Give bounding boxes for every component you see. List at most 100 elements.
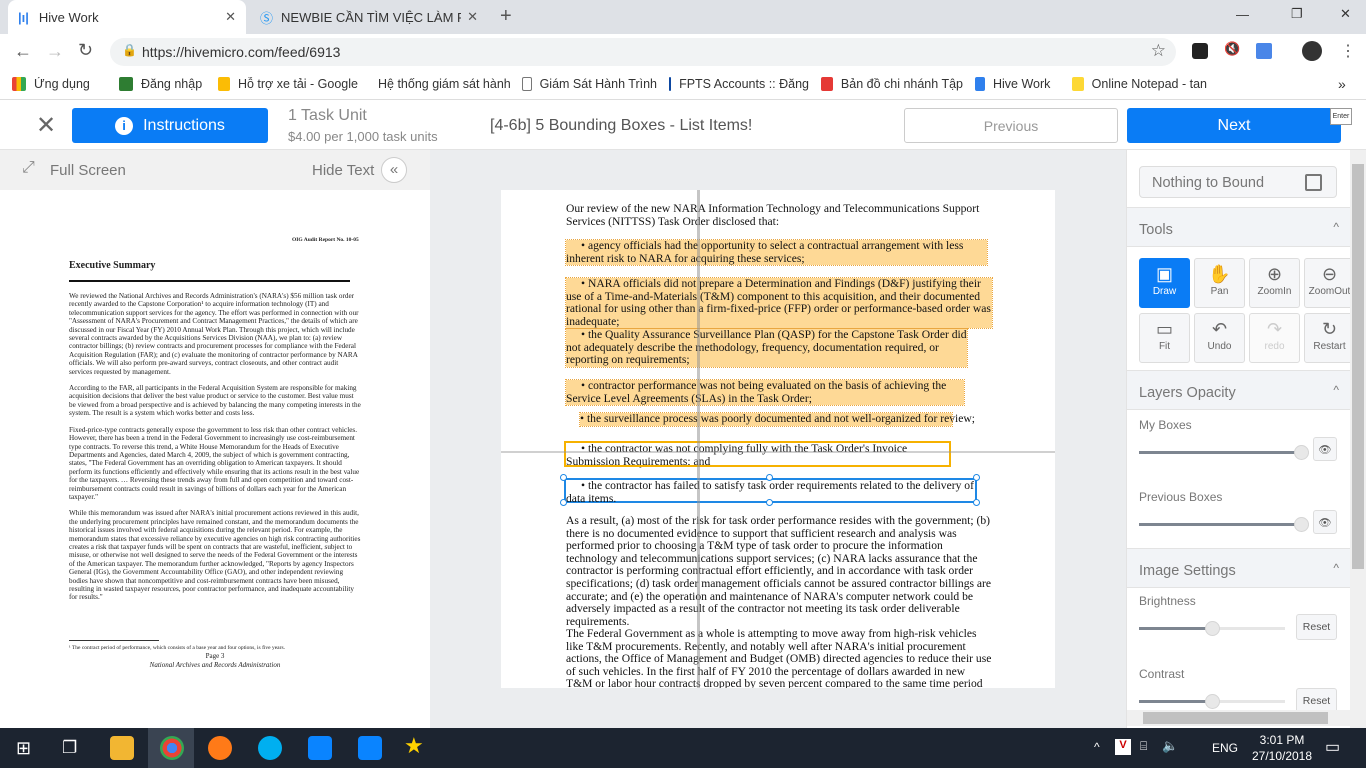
tab-newbie[interactable]: Ⓢ NEWBIE CẦN TÌM VIỆC LÀM PAY ✕	[250, 0, 488, 34]
full-screen-button[interactable]: Full Screen	[50, 162, 126, 179]
reload-icon[interactable]: ↻	[78, 40, 93, 61]
tray-chevron-icon[interactable]: ^	[1094, 740, 1100, 754]
url-bar[interactable]: 🔒 https://hivemicro.com/feed/6913 ☆	[110, 38, 1176, 66]
bookmark[interactable]: FPTS Accounts :: Đăng	[669, 76, 809, 91]
bookmark[interactable]: Giám Sát Hành Trình	[522, 76, 657, 91]
eye-icon[interactable]: 👁	[1313, 437, 1337, 461]
restore-button[interactable]: ❐	[1291, 6, 1303, 22]
document-page[interactable]: Our review of the new NARA Information T…	[501, 190, 1055, 688]
my-boxes-opacity-slider[interactable]	[1139, 445, 1309, 460]
tab-title: Hive Work	[38, 9, 99, 25]
resize-handle[interactable]	[766, 474, 773, 481]
resize-handle[interactable]	[560, 474, 567, 481]
avatar[interactable]	[1302, 41, 1322, 61]
brightness-reset-button[interactable]: Reset	[1296, 614, 1337, 640]
bounding-box-previous[interactable]: • contractor performance was not being e…	[565, 378, 965, 407]
minimize-button[interactable]: —	[1236, 7, 1249, 22]
chrome-icon[interactable]	[160, 736, 184, 760]
checkbox[interactable]	[1305, 174, 1322, 191]
bookmark[interactable]: Đăng nhập	[119, 76, 206, 91]
volume-icon[interactable]: 🔈	[1162, 738, 1178, 754]
zoom-in-icon: ⊕	[1266, 264, 1283, 284]
vertical-scrollbar[interactable]	[1350, 150, 1366, 728]
image-settings-header[interactable]: Image Settings ^	[1127, 548, 1351, 588]
bounding-box-previous[interactable]: • the Quality Assurance Surveillance Pla…	[565, 328, 968, 368]
clock-date[interactable]: 27/10/2018	[1248, 749, 1316, 763]
back-icon[interactable]: ←	[14, 41, 32, 62]
resize-handle[interactable]	[973, 474, 980, 481]
skype-icon[interactable]	[258, 736, 282, 760]
tray-app-icon[interactable]: V	[1115, 739, 1131, 755]
chevron-up-icon[interactable]: ^	[1333, 220, 1339, 234]
chevron-up-icon[interactable]: ^	[1333, 383, 1339, 397]
notifications-icon[interactable]: ▭	[1325, 737, 1340, 757]
language-indicator[interactable]: ENG	[1212, 741, 1238, 755]
extension-icon[interactable]	[1192, 43, 1208, 59]
tools-section-header[interactable]: Tools ^	[1127, 207, 1351, 247]
close-tab-icon[interactable]: ✕	[225, 9, 236, 25]
fit-tool[interactable]: ▭ Fit	[1139, 313, 1190, 363]
bookmark-apps[interactable]: Ứng dụng	[12, 76, 107, 91]
zoom-in-tool[interactable]: ⊕ ZoomIn	[1249, 258, 1300, 308]
tool-label: Undo	[1207, 341, 1232, 352]
bookmark[interactable]: Hỗ trợ xe tải - Google	[218, 76, 358, 91]
previous-boxes-opacity-slider[interactable]	[1139, 517, 1309, 532]
pan-tool[interactable]: ✋ Pan	[1194, 258, 1245, 308]
resize-handle[interactable]	[766, 499, 773, 506]
layers-section-header[interactable]: Layers Opacity ^	[1127, 370, 1351, 410]
undo-tool[interactable]: ↶ Undo	[1194, 313, 1245, 363]
more-bookmarks-button[interactable]: »	[1338, 76, 1346, 92]
close-tab-icon[interactable]: ✕	[467, 9, 478, 25]
next-button[interactable]: Next	[1127, 108, 1341, 143]
bookmark[interactable]: Bản đồ chi nhánh Tập	[821, 76, 963, 91]
star-app-icon[interactable]: ★	[404, 733, 424, 759]
footnote: ¹ The contract period of performance, wh…	[69, 645, 285, 651]
zoom-out-tool[interactable]: ⊖ ZoomOut	[1304, 258, 1355, 308]
contrast-slider[interactable]	[1139, 694, 1285, 709]
zalo-icon[interactable]	[358, 736, 382, 760]
bounding-box-mine[interactable]: • the contractor was not complying fully…	[564, 441, 951, 467]
close-window-button[interactable]: ✕	[1340, 6, 1351, 22]
reference-pane-header: ⤢ Full Screen Hide Text «	[0, 150, 430, 190]
nothing-to-bound-toggle[interactable]: Nothing to Bound	[1139, 166, 1337, 198]
eye-icon[interactable]: 👁	[1313, 510, 1337, 534]
brightness-slider[interactable]	[1139, 621, 1285, 636]
fit-icon: ▭	[1155, 319, 1173, 339]
task-view-icon[interactable]: ❐	[62, 738, 77, 758]
forward-icon[interactable]: →	[46, 41, 64, 62]
fullscreen-icon[interactable]: ⤢	[22, 159, 35, 177]
bookmark[interactable]: Hive Work	[975, 76, 1060, 91]
bounding-box-previous[interactable]: • agency officials had the opportunity t…	[565, 238, 988, 267]
previous-button[interactable]: Previous	[904, 108, 1118, 143]
star-icon[interactable]: ☆	[1151, 41, 1166, 61]
resize-handle[interactable]	[560, 499, 567, 506]
collapse-pane-button[interactable]: «	[381, 157, 407, 183]
horizontal-scrollbar[interactable]	[1127, 710, 1350, 726]
resize-handle[interactable]	[973, 499, 980, 506]
tab-hive-work[interactable]: |ı| Hive Work ✕	[8, 0, 246, 34]
draw-tool[interactable]: ▣ Draw	[1139, 258, 1190, 308]
bookmark[interactable]: Online Notepad - tan	[1072, 76, 1207, 91]
mute-extension-icon[interactable]: 🔇	[1224, 41, 1240, 57]
chevron-up-icon[interactable]: ^	[1333, 561, 1339, 575]
network-icon[interactable]: ⌸	[1140, 739, 1147, 754]
bounding-box-previous[interactable]: • NARA officials did not prepare a Deter…	[565, 276, 993, 330]
file-explorer-icon[interactable]	[110, 736, 134, 760]
zalo-icon[interactable]	[308, 736, 332, 760]
menu-icon[interactable]: ⋮	[1340, 41, 1356, 61]
windows-start-icon[interactable]: ⊞	[16, 738, 31, 759]
instructions-button[interactable]: i Instructions	[72, 108, 268, 143]
hide-text-button[interactable]: Hide Text	[312, 162, 374, 179]
task-title: [4-6b] 5 Bounding Boxes - List Items!	[490, 117, 753, 134]
new-tab-button[interactable]: +	[500, 5, 512, 28]
clock-time[interactable]: 3:01 PM	[1252, 733, 1312, 747]
bookmark[interactable]: Hệ thống giám sát hành	[370, 77, 510, 91]
page-number: Page 3	[205, 652, 225, 660]
restart-tool[interactable]: ↻ Restart	[1304, 313, 1355, 363]
redo-tool[interactable]: ↷ redo	[1249, 313, 1300, 363]
annotation-canvas[interactable]: Our review of the new NARA Information T…	[430, 150, 1126, 728]
translate-icon[interactable]	[1256, 43, 1272, 59]
firefox-icon[interactable]	[208, 736, 232, 760]
bounding-box-previous[interactable]: • the surveillance process was poorly do…	[579, 412, 975, 427]
close-icon[interactable]: ✕	[36, 111, 56, 140]
